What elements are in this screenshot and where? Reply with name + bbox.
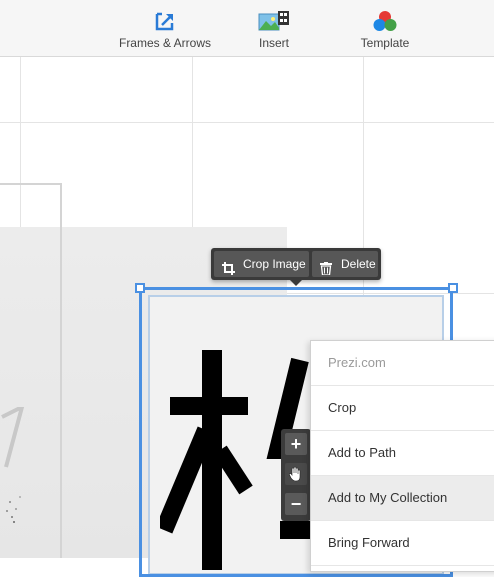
delete-button[interactable]: Delete — [312, 251, 378, 277]
add-to-collection-menu-item[interactable]: Add to My Collection — [311, 476, 494, 521]
crop-image-label: Crop Image — [243, 257, 306, 271]
zoom-out-button[interactable]: − — [285, 493, 307, 515]
context-menu-header: Prezi.com — [311, 341, 494, 386]
bring-forward-menu-item[interactable]: Bring Forward — [311, 521, 494, 566]
background-scribble — [1, 407, 25, 523]
delete-label: Delete — [341, 257, 376, 271]
grid-line — [0, 122, 494, 123]
top-toolbar: Frames & Arrows Insert Template — [0, 0, 494, 57]
template-icon — [373, 10, 397, 37]
image-toolbar-pointer — [290, 280, 302, 286]
add-to-path-menu-item[interactable]: Add to Path — [311, 431, 494, 476]
trash-icon — [320, 258, 332, 284]
image-toolbar: Crop Image Delete — [211, 248, 381, 280]
crop-menu-item[interactable]: Crop — [311, 386, 494, 431]
frames-arrows-button[interactable]: Frames & Arrows — [115, 0, 215, 56]
template-label: Template — [360, 36, 410, 50]
insert-button[interactable]: Insert — [244, 0, 304, 56]
frames-arrows-icon — [154, 10, 176, 37]
pan-hand-button[interactable] — [285, 463, 307, 485]
crop-icon — [222, 258, 235, 284]
zoom-in-button[interactable]: + — [285, 433, 307, 455]
insert-image-icon — [258, 10, 290, 37]
context-menu: Prezi.com Crop Add to Path Add to My Col… — [310, 340, 494, 572]
frames-arrows-label: Frames & Arrows — [118, 36, 211, 50]
insert-label: Insert — [258, 36, 289, 50]
crop-image-button[interactable]: Crop Image — [214, 251, 309, 277]
resize-handle-top-right[interactable] — [448, 283, 458, 293]
resize-handle-top-left[interactable] — [135, 283, 145, 293]
zoom-control: + − — [281, 429, 311, 521]
hand-icon — [289, 466, 303, 486]
template-button[interactable]: Template — [354, 0, 416, 56]
